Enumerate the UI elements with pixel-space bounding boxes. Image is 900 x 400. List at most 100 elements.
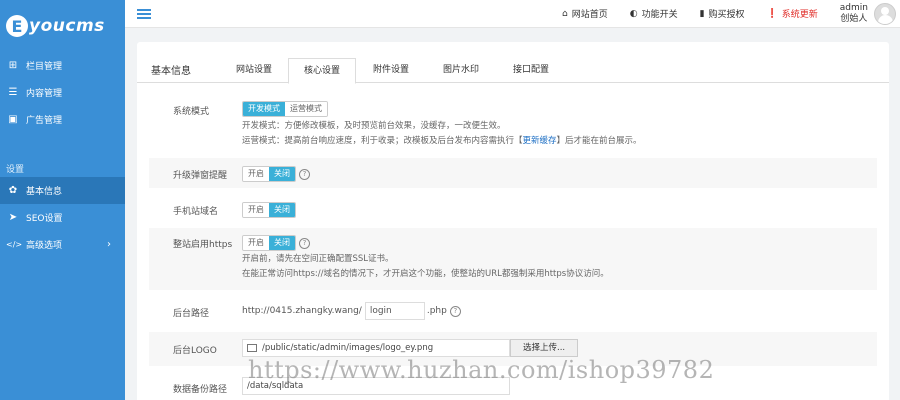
- ops-mode-option[interactable]: 运营模式: [285, 102, 327, 116]
- feature-switch-link[interactable]: ◐ 功能开关: [629, 7, 678, 21]
- update-cache-link[interactable]: 更新缓存: [523, 136, 557, 146]
- https-hint-force: 在能正常访问https://域名的情况下，才开启这个功能，使整站的URL都强制采…: [242, 269, 609, 279]
- system-mode-body: 开发模式 运营模式 开发模式：方便修改模板，及时预览前台效果，没缓存，一改便生效…: [242, 101, 642, 149]
- help-icon[interactable]: ?: [299, 237, 310, 249]
- hint-text: 运营模式：提高前台响应速度，利于收录；改模板及后台发布内容需执行【: [242, 136, 523, 146]
- setting-row-backup-path: 数据备份路径 /data/sqldata: [149, 372, 877, 400]
- https-body: 开启 关闭 ? 开启前，请先在空间正确配置SSL证书。 在能正常访问https:…: [242, 235, 609, 282]
- sidebar-item-basic-info[interactable]: ✿ 基本信息: [0, 177, 125, 204]
- tab-image-watermark[interactable]: 图片水印: [426, 58, 496, 83]
- sidebar-item-seo[interactable]: ➤ SEO设置: [0, 204, 125, 231]
- page-title: 基本信息: [151, 66, 191, 77]
- sidebar-item-label: 栏目管理: [26, 62, 63, 72]
- image-file-icon: [247, 344, 257, 352]
- user-name: admin: [839, 2, 868, 13]
- setting-row-admin-path: 后台路径 http://0415.zhangky.wang/ login .ph…: [149, 294, 877, 328]
- sidebar-item-content[interactable]: ☰ 内容管理: [0, 79, 125, 106]
- sidebar-item-label: 内容管理: [26, 89, 63, 99]
- code-icon: </>: [6, 240, 23, 249]
- tab-api-config[interactable]: 接口配置: [496, 58, 566, 83]
- topbar: ⌂ 网站首页 ◐ 功能开关 ▮ 购买授权 ❗ 系统更新 admin 创始人: [125, 0, 900, 28]
- system-update-link[interactable]: ❗ 系统更新: [766, 7, 818, 21]
- sidebar-item-columns[interactable]: ⊞ 栏目管理: [0, 52, 125, 79]
- admin-logo-path-field[interactable]: /public/static/admin/images/logo_ey.png: [242, 339, 510, 357]
- help-icon[interactable]: ?: [299, 168, 310, 180]
- tab-attachment-settings[interactable]: 附件设置: [356, 58, 426, 83]
- https-toggle: 开启 关闭: [242, 235, 296, 251]
- home-link-label: 网站首页: [571, 10, 608, 20]
- upgrade-popup-on[interactable]: 开启: [243, 167, 269, 181]
- bookmark-icon: ▮: [699, 8, 705, 19]
- avatar-head: [881, 6, 889, 15]
- https-on[interactable]: 开启: [243, 236, 269, 250]
- mobile-domain-toggle: 开启 关闭: [242, 202, 296, 218]
- system-mode-toggle: 开发模式 运营模式: [242, 101, 328, 117]
- alert-icon: ❗: [766, 8, 778, 19]
- gear-icon: ✿: [8, 185, 18, 196]
- upgrade-popup-body: 开启 关闭 ?: [242, 166, 310, 182]
- tab-core-settings[interactable]: 核心设置: [288, 58, 356, 84]
- backup-path-body: /data/sqldata: [242, 377, 510, 395]
- chevron-right-icon: ›: [107, 239, 111, 250]
- feature-switch-label: 功能开关: [641, 10, 678, 20]
- sidebar-item-label: 基本信息: [26, 187, 63, 197]
- hint-text: 】后才能在前台展示。: [556, 136, 642, 146]
- mobile-domain-on[interactable]: 开启: [243, 203, 269, 217]
- upload-button[interactable]: 选择上传...: [510, 339, 579, 357]
- https-label: 整站启用https: [173, 240, 233, 250]
- mobile-domain-body: 开启 关闭: [242, 202, 296, 218]
- sidebar-item-label: 广告管理: [26, 116, 63, 126]
- backup-path-label: 数据备份路径: [173, 385, 228, 395]
- sitemap-icon: ⊞: [8, 60, 18, 71]
- image-icon: ▣: [8, 114, 18, 125]
- home-icon: ⌂: [561, 8, 568, 19]
- system-mode-label: 系统模式: [173, 107, 210, 117]
- setting-row-system-mode: 系统模式 开发模式 运营模式 开发模式：方便修改模板，及时预览前台效果，没缓存，…: [149, 94, 877, 156]
- send-icon: ➤: [8, 212, 18, 223]
- setting-row-mobile-domain: 手机站域名 开启 关闭: [149, 194, 877, 224]
- admin-path-input[interactable]: login: [364, 302, 425, 320]
- upgrade-popup-toggle: 开启 关闭: [242, 166, 296, 182]
- tab-site-settings[interactable]: 网站设置: [220, 58, 288, 83]
- admin-path-label: 后台路径: [173, 309, 210, 319]
- upgrade-popup-off[interactable]: 关闭: [269, 167, 295, 181]
- backup-path-input[interactable]: /data/sqldata: [242, 377, 510, 395]
- admin-path-body: http://0415.zhangky.wang/ login .php ?: [242, 302, 461, 320]
- https-off[interactable]: 关闭: [269, 236, 295, 250]
- sidebar-section-settings: 设置: [6, 165, 25, 175]
- setting-row-https: 整站启用https 开启 关闭 ? 开启前，请先在空间正确配置SSL证书。 在能…: [149, 228, 877, 290]
- help-icon[interactable]: ?: [449, 305, 461, 317]
- logo-text: youcms: [29, 16, 105, 36]
- system-mode-hint-ops: 运营模式：提高前台响应速度，利于收录；改模板及后台发布内容需执行【更新缓存】后才…: [242, 134, 642, 149]
- buy-license-link[interactable]: ▮ 购买授权: [699, 7, 745, 21]
- user-role: 创始人: [840, 13, 868, 24]
- list-icon: ☰: [8, 87, 18, 98]
- sidebar-item-advanced[interactable]: </> 高级选项 ›: [0, 231, 125, 258]
- system-update-label: 系统更新: [781, 10, 818, 20]
- tab-bar: 基本信息 网站设置 核心设置 附件设置 图片水印 接口配置: [137, 58, 889, 84]
- system-mode-hint-dev: 开发模式：方便修改模板，及时预览前台效果，没缓存，一改便生效。: [242, 121, 506, 131]
- admin-logo-path: /public/static/admin/images/logo_ey.png: [262, 343, 434, 353]
- sidebar-item-label: SEO设置: [26, 214, 63, 224]
- user-menu[interactable]: admin 创始人: [840, 2, 896, 25]
- admin-path-prefix: http://0415.zhangky.wang/: [242, 306, 362, 316]
- buy-license-label: 购买授权: [708, 10, 745, 20]
- admin-path-row: http://0415.zhangky.wang/ login .php ?: [242, 302, 461, 320]
- setting-row-upgrade-popup: 升级弹窗提醒 开启 关闭 ?: [149, 158, 877, 188]
- avatar[interactable]: [874, 2, 896, 25]
- user-info: admin 创始人: [840, 3, 868, 25]
- main-panel: 基本信息 网站设置 核心设置 附件设置 图片水印 接口配置 系统模式 开发模式 …: [137, 42, 889, 400]
- avatar-body: [877, 14, 893, 24]
- upgrade-popup-label: 升级弹窗提醒: [173, 171, 228, 181]
- sidebar-item-label: 高级选项: [26, 241, 63, 251]
- mobile-domain-label: 手机站域名: [173, 207, 219, 217]
- logo[interactable]: E youcms: [0, 0, 125, 52]
- dev-mode-option[interactable]: 开发模式: [243, 102, 285, 116]
- toggle-icon: ◐: [629, 8, 638, 19]
- mobile-domain-off[interactable]: 关闭: [269, 203, 295, 217]
- admin-logo-body: /public/static/admin/images/logo_ey.png …: [242, 339, 579, 357]
- sidebar-item-ads[interactable]: ▣ 广告管理: [0, 106, 125, 133]
- top-links: ⌂ 网站首页 ◐ 功能开关 ▮ 购买授权 ❗ 系统更新 admin 创始人: [562, 0, 900, 27]
- menu-toggle-icon[interactable]: [137, 7, 151, 21]
- home-link[interactable]: ⌂ 网站首页: [561, 7, 608, 21]
